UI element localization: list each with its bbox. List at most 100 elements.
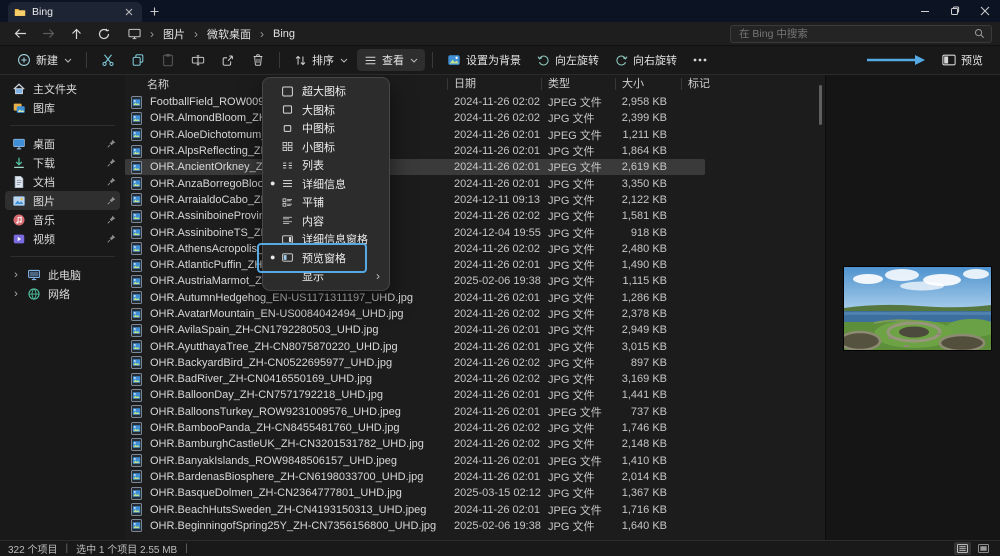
sort-button[interactable]: 排序 [287, 49, 355, 71]
image-file-icon [131, 340, 144, 353]
file-row[interactable]: OHR.BasqueDolmen_ZH-CN2364777801_UHD.jpg… [125, 485, 705, 501]
tab-close-icon[interactable] [122, 7, 136, 17]
new-button[interactable]: 新建 [10, 49, 79, 71]
tab-bing[interactable]: Bing [8, 2, 142, 22]
file-row[interactable]: OHR.AvatarMountain_EN-US0084042494_UHD.j… [125, 306, 705, 322]
sidebar-item-图库[interactable]: 图库 [5, 98, 120, 117]
breadcrumb-item[interactable]: 图片 [161, 25, 187, 43]
column-header-size[interactable]: 大小 [615, 78, 681, 90]
menu-item-大图标[interactable]: 大图标 [263, 101, 389, 120]
file-row[interactable]: OHR.BackyardBird_ZH-CN0522695977_UHD.jpg… [125, 355, 705, 371]
menu-item-详细信息窗格[interactable]: 详细信息窗格 [263, 230, 389, 249]
back-button[interactable] [8, 24, 32, 44]
file-row[interactable]: OHR.ArraialdoCabo_ZH-CN620262024-12-11 0… [125, 192, 705, 208]
sidebar-item-主文件夹[interactable]: 主文件夹 [5, 79, 120, 98]
breadcrumb-item[interactable]: 微软桌面 [205, 25, 253, 43]
sidebar-item-下载[interactable]: 下载 [5, 153, 120, 172]
status-thumbnails-view-button[interactable] [975, 542, 992, 555]
menu-item-列表[interactable]: 列表 [263, 156, 389, 175]
image-file-icon [131, 405, 144, 418]
file-type: JPG 文件 [541, 176, 615, 192]
file-row[interactable]: OHR.AvilaSpain_ZH-CN1792280503_UHD.jpg20… [125, 322, 705, 338]
search-box[interactable] [730, 25, 992, 43]
file-row[interactable]: OHR.BanyakIslands_ROW9848506157_UHD.jpeg… [125, 453, 705, 469]
refresh-button[interactable] [92, 24, 116, 44]
rotate-left-button[interactable]: 向左旋转 [530, 49, 606, 71]
sidebar-item-桌面[interactable]: 桌面 [5, 134, 120, 153]
share-button[interactable] [214, 50, 242, 70]
set-as-background-button[interactable]: 设置为背景 [440, 49, 528, 71]
menu-item-小图标[interactable]: 小图标 [263, 138, 389, 157]
vertical-scrollbar[interactable] [819, 85, 822, 125]
menu-item-详细信息[interactable]: ●详细信息 [263, 175, 389, 194]
breadcrumb-item[interactable]: Bing [271, 27, 297, 41]
forward-button[interactable] [36, 24, 60, 44]
file-type: JPG 文件 [541, 192, 615, 208]
paste-button[interactable] [154, 50, 182, 70]
expand-chevron-icon[interactable]: › [12, 288, 20, 300]
more-options-button[interactable] [686, 55, 714, 65]
minimize-button[interactable] [910, 0, 940, 22]
menu-item-预览窗格[interactable]: ●预览窗格 [263, 249, 389, 268]
status-details-view-button[interactable] [954, 542, 971, 555]
menu-item-显示[interactable]: 显示› [263, 267, 389, 286]
sidebar-item-图片[interactable]: 图片 [5, 191, 120, 210]
location-monitor-icon[interactable] [128, 28, 141, 40]
file-row[interactable]: OHR.BamburghCastleUK_ZH-CN3201531782_UHD… [125, 436, 705, 452]
menu-item-内容[interactable]: 内容 [263, 212, 389, 231]
file-row[interactable]: OHR.AutumnHedgehog_EN-US1171311197_UHD.j… [125, 290, 705, 306]
cut-button[interactable] [94, 50, 122, 70]
file-row[interactable]: OHR.BeginningofSpring25Y_ZH-CN7356156800… [125, 518, 705, 534]
sidebar-item-此电脑[interactable]: ›此电脑 [5, 265, 120, 284]
file-row[interactable]: OHR.BeachHutsSweden_ZH-CN4193150313_UHD.… [125, 501, 705, 517]
preview-image[interactable] [844, 267, 991, 350]
search-input[interactable] [737, 27, 974, 41]
file-row[interactable]: OHR.BalloonDay_ZH-CN7571792218_UHD.jpg20… [125, 387, 705, 403]
menu-item-平铺[interactable]: 平铺 [263, 193, 389, 212]
menu-item-超大图标[interactable]: 超大图标 [263, 82, 389, 101]
image-file-icon [131, 438, 144, 451]
copy-button[interactable] [124, 50, 152, 70]
file-row[interactable]: OHR.AnzaBorregoBloom_ZH-CN82024-11-26 02… [125, 175, 705, 191]
delete-button[interactable] [244, 50, 272, 70]
preview-toggle-button[interactable]: 预览 [935, 49, 990, 71]
expand-chevron-icon[interactable]: › [12, 269, 20, 281]
sidebar-item-视频[interactable]: 视频 [5, 229, 120, 248]
column-header-type[interactable]: 类型 [541, 78, 615, 90]
file-row[interactable]: FootballField_ROW0099610326.jp2024-11-26… [125, 94, 705, 110]
file-row[interactable]: OHR.AlmondBloom_ZH-CN944152024-11-26 02:… [125, 110, 705, 126]
up-button[interactable] [64, 24, 88, 44]
file-row[interactable]: OHR.BambooPanda_ZH-CN8455481760_UHD.jpg2… [125, 420, 705, 436]
sidebar-item-音乐[interactable]: 音乐 [5, 210, 120, 229]
file-type: JPEG 文件 [541, 404, 615, 420]
file-row[interactable]: OHR.AlpsReflecting_ZH-CN403632024-11-26 … [125, 143, 705, 159]
file-row[interactable]: OHR.AncientOrkney_ZH-CN111032024-11-26 0… [125, 159, 705, 175]
new-tab-button[interactable] [142, 0, 166, 22]
column-header-tags[interactable]: 标记 [681, 78, 727, 90]
file-row[interactable]: OHR.BadRiver_ZH-CN0416550169_UHD.jpg2024… [125, 371, 705, 387]
file-row[interactable]: OHR.AssiniboineTS_ZH-CN9936042024-12-04 … [125, 224, 705, 240]
rename-button[interactable] [184, 50, 212, 70]
file-row[interactable]: OHR.BardenasBiosphere_ZH-CN6198033700_UH… [125, 469, 705, 485]
file-row[interactable]: OHR.AloeDichotomum_ROW74472024-11-26 02:… [125, 127, 705, 143]
file-row[interactable]: OHR.AyutthayaTree_ZH-CN8075870220_UHD.jp… [125, 338, 705, 354]
file-row[interactable]: OHR.BalloonsTurkey_ROW9231009576_UHD.jpe… [125, 404, 705, 420]
radio-bullet-icon: ● [270, 179, 281, 188]
file-row[interactable] [125, 534, 705, 538]
restore-button[interactable] [940, 0, 970, 22]
file-row[interactable]: OHR.AustriaMarmot_ZH-CN230372025-02-06 1… [125, 273, 705, 289]
rotate-right-button[interactable]: 向右旋转 [608, 49, 684, 71]
close-button[interactable] [970, 0, 1000, 22]
sidebar-item-网络[interactable]: ›网络 [5, 284, 120, 303]
file-row[interactable]: OHR.AssiniboineProvincialPark_Z2024-11-2… [125, 208, 705, 224]
file-row[interactable]: OHR.AtlanticPuffin_ZH-CN852322024-11-26 … [125, 257, 705, 273]
column-header-date[interactable]: 日期 [447, 78, 541, 90]
details-view-icon [281, 177, 302, 190]
sidebar-item-文档[interactable]: 文档 [5, 172, 120, 191]
file-size: 3,015 KB [615, 341, 667, 353]
view-button[interactable]: 查看 [357, 49, 425, 71]
image-file-icon [131, 324, 144, 337]
file-date-modified: 2024-11-26 02:02 [447, 422, 541, 434]
menu-item-中图标[interactable]: 中图标 [263, 119, 389, 138]
file-row[interactable]: OHR.AthensAcropolis_ZH-CN992024-11-26 02… [125, 241, 705, 257]
